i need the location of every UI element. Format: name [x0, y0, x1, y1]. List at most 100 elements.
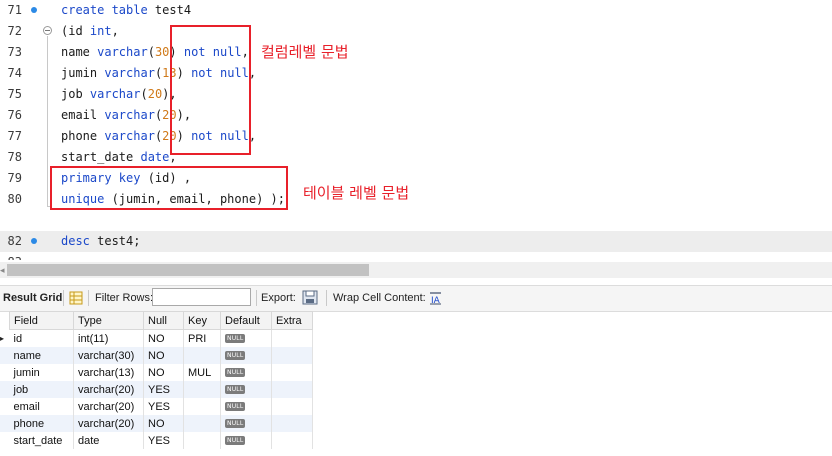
cell-default[interactable]: NULL	[220, 381, 272, 398]
column-header-key[interactable]: Key	[183, 311, 221, 330]
cell-type[interactable]: varchar(13)	[73, 364, 144, 381]
sql-text: (id	[61, 24, 90, 38]
editor-line[interactable]: 71 create table test4	[0, 0, 832, 21]
cell-key[interactable]: MUL	[183, 364, 221, 381]
code-text: desc test4;	[61, 231, 140, 252]
cell-type[interactable]: varchar(30)	[73, 347, 144, 364]
code-text: (id int,	[61, 21, 119, 42]
sql-keyword: varchar	[104, 66, 155, 80]
column-header-null[interactable]: Null	[143, 311, 184, 330]
editor-horizontal-scrollbar[interactable]: ◂	[0, 262, 832, 278]
cell-key[interactable]	[183, 381, 221, 398]
cell-extra[interactable]	[271, 415, 313, 432]
cell-null[interactable]: YES	[143, 398, 184, 415]
toolbar-divider	[88, 290, 89, 306]
cell-null[interactable]: YES	[143, 381, 184, 398]
fold-toggle-icon[interactable]	[43, 26, 52, 35]
line-number: 80	[7, 192, 22, 206]
cell-type[interactable]: int(11)	[73, 329, 144, 347]
table-row[interactable]: jumin varchar(13) NO MUL NULL	[0, 364, 313, 381]
statement-marker-icon	[31, 238, 37, 244]
scrollbar-thumb[interactable]	[7, 264, 369, 276]
column-level-highlight-box	[170, 25, 251, 155]
editor-line[interactable]: 76 email varchar(20),	[0, 105, 832, 126]
code-text: start_date date,	[61, 147, 177, 168]
cell-null[interactable]: NO	[143, 415, 184, 432]
row-gutter[interactable]	[0, 364, 10, 381]
row-gutter[interactable]	[0, 415, 10, 432]
cell-default[interactable]: NULL	[220, 415, 272, 432]
cell-key[interactable]	[183, 347, 221, 364]
cell-null[interactable]: NO	[143, 347, 184, 364]
cell-field[interactable]: phone	[9, 415, 74, 432]
row-gutter[interactable]	[0, 381, 10, 398]
column-header-default[interactable]: Default	[220, 311, 272, 330]
row-gutter[interactable]	[0, 432, 10, 449]
cell-default[interactable]: NULL	[220, 329, 272, 347]
editor-line[interactable]: 78 start_date date,	[0, 147, 832, 168]
cell-default[interactable]: NULL	[220, 432, 272, 449]
cell-extra[interactable]	[271, 329, 313, 347]
sql-editor[interactable]: 71 create table test4 72 (id int, 73 name var…	[0, 0, 832, 260]
cell-key[interactable]	[183, 432, 221, 449]
null-badge: NULL	[225, 367, 246, 377]
table-row[interactable]: job varchar(20) YES NULL	[0, 381, 313, 398]
cell-field[interactable]: job	[9, 381, 74, 398]
cell-key[interactable]	[183, 415, 221, 432]
column-header-extra[interactable]: Extra	[271, 311, 313, 330]
cell-null[interactable]: NO	[143, 364, 184, 381]
table-row[interactable]: name varchar(30) NO NULL	[0, 347, 313, 364]
export-label: Export:	[261, 292, 296, 304]
table-row[interactable]: start_date date YES NULL	[0, 432, 313, 449]
row-gutter[interactable]: ▸	[0, 329, 10, 347]
column-header-field[interactable]: Field	[9, 311, 74, 330]
scroll-left-icon[interactable]: ◂	[0, 265, 5, 276]
wrap-text-icon[interactable]: IA	[429, 291, 443, 305]
editor-line[interactable]: 74 jumin varchar(13) not null,	[0, 63, 832, 84]
editor-line[interactable]: 77 phone varchar(20) not null,	[0, 126, 832, 147]
cell-extra[interactable]	[271, 381, 313, 398]
toolbar-divider	[326, 290, 327, 306]
column-header-type[interactable]: Type	[73, 311, 144, 330]
cell-extra[interactable]	[271, 347, 313, 364]
editor-line[interactable]: 73 name varchar(30) not null,	[0, 42, 832, 63]
table-row[interactable]: ▸ id int(11) NO PRI NULL	[0, 329, 313, 347]
cell-default[interactable]: NULL	[220, 364, 272, 381]
editor-line[interactable]	[0, 210, 832, 231]
editor-line[interactable]: 75 job varchar(20),	[0, 84, 832, 105]
cell-field[interactable]: id	[9, 329, 74, 347]
filter-rows-input[interactable]	[152, 288, 251, 306]
editor-line[interactable]: 72 (id int,	[0, 21, 832, 42]
cell-field[interactable]: jumin	[9, 364, 74, 381]
cell-field[interactable]: email	[9, 398, 74, 415]
cell-extra[interactable]	[271, 364, 313, 381]
row-gutter[interactable]	[0, 347, 10, 364]
editor-line[interactable]: 82 desc test4;	[0, 231, 832, 252]
cell-type[interactable]: date	[73, 432, 144, 449]
export-icon[interactable]	[302, 290, 319, 306]
cell-default[interactable]: NULL	[220, 398, 272, 415]
cell-type[interactable]: varchar(20)	[73, 415, 144, 432]
cell-type[interactable]: varchar(20)	[73, 398, 144, 415]
sql-text: email	[61, 108, 105, 122]
cell-type[interactable]: varchar(20)	[73, 381, 144, 398]
wrap-cell-label: Wrap Cell Content:	[333, 292, 426, 304]
cell-key[interactable]	[183, 398, 221, 415]
editor-line[interactable]: 83	[0, 252, 832, 260]
table-row[interactable]: email varchar(20) YES NULL	[0, 398, 313, 415]
result-grid[interactable]: Field Type Null Key Default Extra ▸ id int(11) N…	[0, 311, 313, 449]
cell-extra[interactable]	[271, 432, 313, 449]
table-row[interactable]: phone varchar(20) NO NULL	[0, 415, 313, 432]
cell-null[interactable]: NO	[143, 329, 184, 347]
cell-field[interactable]: name	[9, 347, 74, 364]
cell-extra[interactable]	[271, 398, 313, 415]
cell-null[interactable]: YES	[143, 432, 184, 449]
sql-text: ,	[111, 24, 119, 38]
cell-key[interactable]: PRI	[183, 329, 221, 347]
sql-keyword: varchar	[89, 87, 141, 101]
cell-default[interactable]: NULL	[220, 347, 272, 364]
row-gutter[interactable]	[0, 398, 10, 415]
grid-form-icon[interactable]	[69, 291, 83, 305]
result-grid-tab[interactable]: Result Grid	[3, 292, 62, 304]
cell-field[interactable]: start_date	[9, 432, 74, 449]
